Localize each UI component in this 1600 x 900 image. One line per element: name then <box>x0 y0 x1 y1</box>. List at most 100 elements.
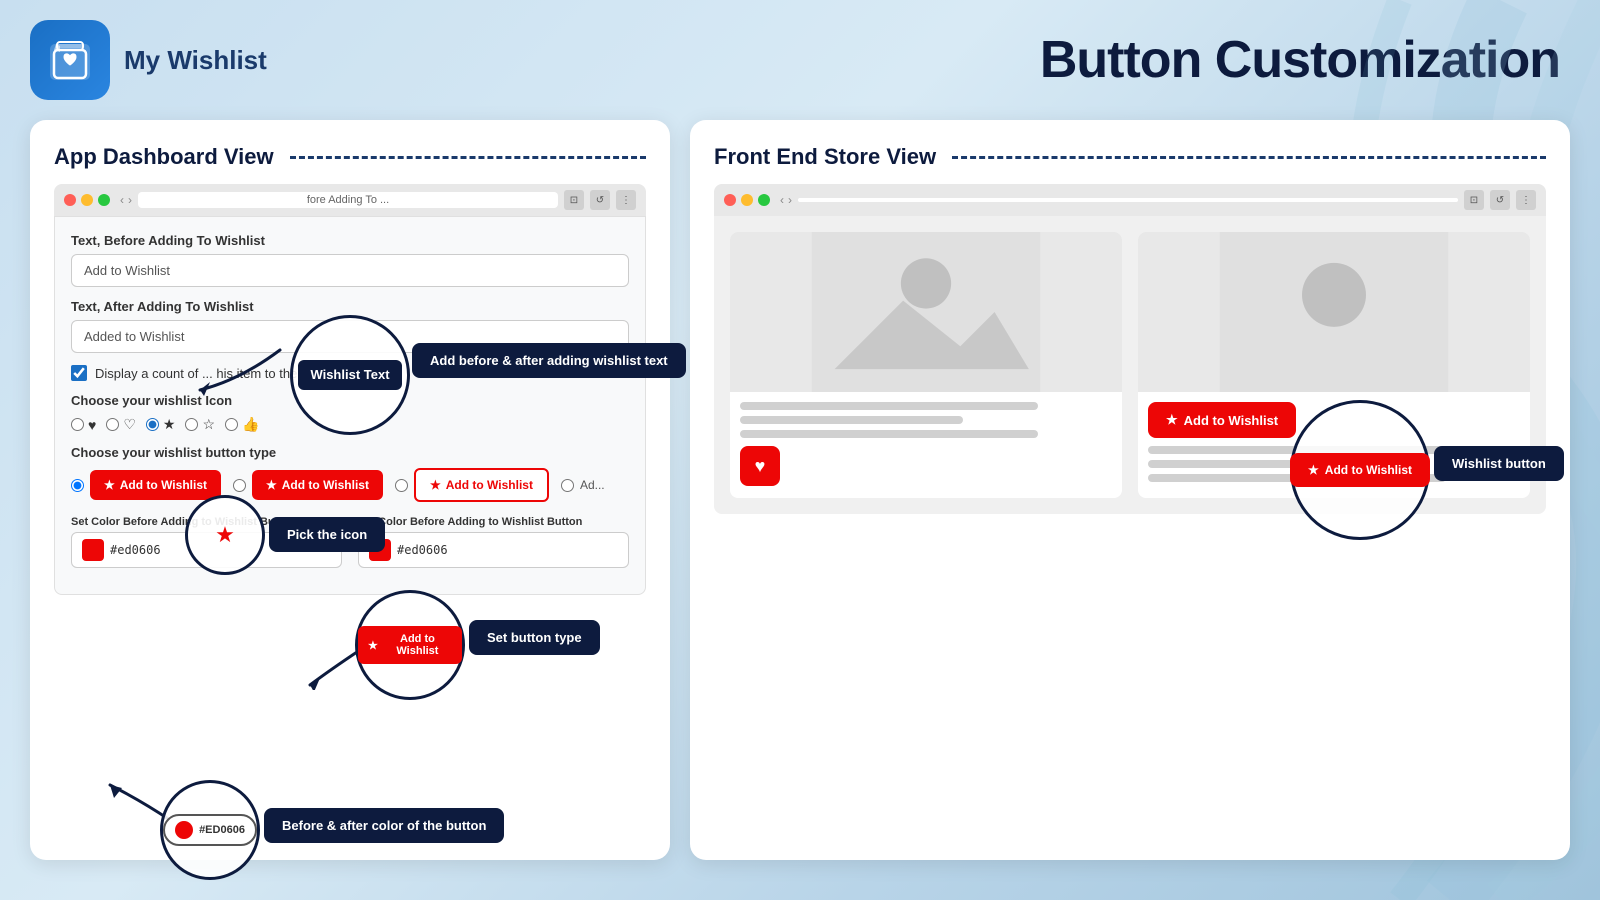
page-title: Button Customization <box>1040 30 1560 90</box>
main-content: App Dashboard View ‹ › fore Adding To ..… <box>0 110 1600 870</box>
icon-radio-1[interactable] <box>71 418 84 431</box>
store-wishlist-annotation: ★ Add to Wishlist Wishlist button <box>1290 400 1430 540</box>
color-after-field: Set Color Before Adding to Wishlist Butt… <box>358 516 629 568</box>
icon-option-5: 👍 <box>225 416 259 433</box>
color-pill-value: #ED0606 <box>199 824 245 836</box>
store-dot-red[interactable] <box>724 194 736 206</box>
store-back-arrow[interactable]: ‹ <box>780 193 784 207</box>
set-button-tooltip: Set button type <box>469 620 600 655</box>
btn-label-1: Add to Wishlist <box>120 478 207 492</box>
store-browser-actions: ⊡ ↺ ⋮ <box>1464 190 1536 210</box>
logo-area: My Wishlist <box>30 20 267 100</box>
dot-green[interactable] <box>98 194 110 206</box>
browser-url: fore Adding To ... <box>138 192 558 208</box>
color-before-value: #ed0606 <box>110 543 161 557</box>
back-arrow-icon[interactable]: ‹ <box>120 193 124 207</box>
color-after-label: Set Color Before Adding to Wishlist Butt… <box>358 516 629 528</box>
product-card-1: ♥ <box>730 232 1122 498</box>
display-count-checkbox[interactable] <box>71 365 87 381</box>
icon-heart-outline: ♡ <box>123 416 136 433</box>
icon-radio-2[interactable] <box>106 418 119 431</box>
store-forward-arrow[interactable]: › <box>788 193 792 207</box>
btn-type-radio-4[interactable] <box>561 479 574 492</box>
dot-red[interactable] <box>64 194 76 206</box>
star-icon-2: ★ <box>266 478 277 492</box>
browser-arrows: ‹ › <box>120 193 132 207</box>
btn-type-radio-2[interactable] <box>233 479 246 492</box>
star-icon: ★ <box>104 478 115 492</box>
store-title: Front End Store View <box>714 144 1546 170</box>
wishlist-btn-solid-2[interactable]: ★ Add to Wishlist <box>252 470 383 500</box>
dashboard-title-text: App Dashboard View <box>54 144 274 170</box>
wishlist-heart-button[interactable]: ♥ <box>740 446 780 486</box>
icon-star-solid: ★ <box>163 416 176 433</box>
browser-actions: ⊡ ↺ ⋮ <box>564 190 636 210</box>
wishlist-text-tooltip: Add before & after adding wishlist text <box>412 343 686 378</box>
product-details-1: ♥ <box>730 392 1122 496</box>
pick-icon-tooltip-text: Pick the icon <box>287 527 367 542</box>
button-type-label: Choose your wishlist button type <box>71 445 629 460</box>
store-wishlist-circle: ★ Add to Wishlist <box>1290 400 1430 540</box>
icon-option-3: ★ <box>146 416 176 433</box>
color-before-swatch <box>82 539 104 561</box>
store-wishlist-btn[interactable]: ★ Add to Wishlist <box>1148 402 1296 438</box>
icon-radio-4[interactable] <box>185 418 198 431</box>
btn-type-4: Ad... <box>561 478 605 492</box>
wishlist-btn-outline[interactable]: ★ Add to Wishlist <box>414 468 549 502</box>
product-image-1 <box>730 232 1122 392</box>
btn-type-radio-3[interactable] <box>395 479 408 492</box>
store-menu-icon[interactable]: ⋮ <box>1516 190 1536 210</box>
text-before-input[interactable] <box>71 254 629 287</box>
store-btn-label: Add to Wishlist <box>1184 413 1279 428</box>
btn-label-2: Add to Wishlist <box>282 478 369 492</box>
set-button-circle: ★ Add to Wishlist <box>355 590 465 700</box>
color-tooltip: Before & after color of the button <box>264 808 504 843</box>
icon-radio-5[interactable] <box>225 418 238 431</box>
color-after-value: #ed0606 <box>397 543 448 557</box>
wishlist-text-badge: Wishlist Text <box>298 360 401 391</box>
store-dot-green[interactable] <box>758 194 770 206</box>
dot-yellow[interactable] <box>81 194 93 206</box>
color-pill-swatch <box>175 821 193 839</box>
btn-type-radio-1[interactable] <box>71 479 84 492</box>
color-tooltip-text: Before & after color of the button <box>282 818 486 833</box>
store-reload-icon[interactable]: ↺ <box>1490 190 1510 210</box>
store-panel: Front End Store View ‹ › ⊡ ↺ ⋮ <box>690 120 1570 860</box>
store-browser-arrows: ‹ › <box>780 193 792 207</box>
product-line-1b <box>740 416 963 424</box>
set-button-tooltip-text: Set button type <box>487 630 582 645</box>
browser-reload-icon[interactable]: ↺ <box>590 190 610 210</box>
icon-option-4: ☆ <box>185 416 215 433</box>
icon-radio-3[interactable] <box>146 418 159 431</box>
btn-label-3: Add to Wishlist <box>446 478 533 492</box>
color-pill: #ED0606 <box>163 814 257 846</box>
btn-label-4-text: Ad... <box>580 478 605 492</box>
wishlist-tooltip-text: Add before & after adding wishlist text <box>430 353 668 368</box>
browser-share-icon[interactable]: ⊡ <box>564 190 584 210</box>
browser-menu-icon[interactable]: ⋮ <box>616 190 636 210</box>
dashboard-panel: App Dashboard View ‹ › fore Adding To ..… <box>30 120 670 860</box>
dashed-divider <box>290 156 646 159</box>
icon-star-outline: ☆ <box>202 416 215 433</box>
logo-icon <box>30 20 110 100</box>
browser-dots <box>64 194 110 206</box>
icon-heart-solid: ♥ <box>88 417 96 433</box>
button-type-options: ★ Add to Wishlist ★ Add to Wishlist ★ <box>71 468 629 502</box>
store-wishlist-preview: ★ Add to Wishlist <box>1290 453 1430 487</box>
store-wishlist-tooltip-text: Wishlist button <box>1452 456 1546 471</box>
store-browser-bar: ‹ › ⊡ ↺ ⋮ <box>714 184 1546 216</box>
color-after-input[interactable]: #ed0606 <box>358 532 629 568</box>
color-annotation: #ED0606 Before & after color of the butt… <box>160 780 260 880</box>
store-share-icon[interactable]: ⊡ <box>1464 190 1484 210</box>
icon-thumb: 👍 <box>242 416 259 433</box>
star-icon-3: ★ <box>430 478 441 492</box>
wishlist-text-circle: Wishlist Text <box>290 315 410 435</box>
store-wishlist-tooltip: Wishlist button <box>1434 446 1564 481</box>
store-dot-yellow[interactable] <box>741 194 753 206</box>
forward-arrow-icon[interactable]: › <box>128 193 132 207</box>
dashboard-title: App Dashboard View <box>54 144 646 170</box>
star-in-circle: ★ <box>215 522 235 548</box>
product-image-2 <box>1138 232 1530 392</box>
store-title-text: Front End Store View <box>714 144 936 170</box>
set-button-annotation: ★ Add to Wishlist Set button type <box>355 590 465 700</box>
